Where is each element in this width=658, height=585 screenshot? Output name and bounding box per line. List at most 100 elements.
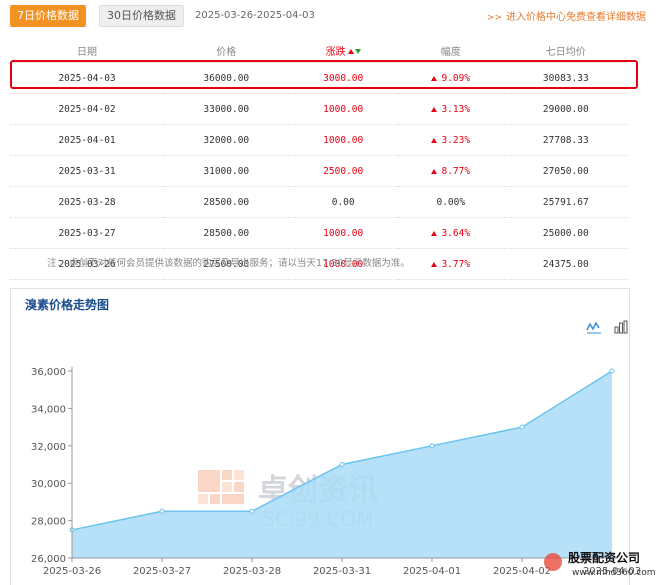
cell-change: 1000.00 [288, 217, 398, 249]
cell-avg-text: 25000.00 [542, 227, 589, 239]
cell-avg-text: 29000.00 [542, 103, 589, 115]
cell-change: 3000.00 [288, 62, 398, 94]
cell-date: 2025-04-03 [10, 62, 165, 94]
table-row: 2025-03-27 28500.00 1000.00 3.64% 25000.00 [10, 217, 628, 249]
cell-date-text: 2025-03-28 [58, 196, 116, 208]
up-arrow-icon [431, 168, 438, 174]
table-row: 2025-04-03 36000.00 3000.00 9.09% 30083.33 [10, 62, 628, 94]
header-change-label: 涨跌 [325, 46, 346, 58]
up-arrow-icon [431, 261, 438, 267]
header-avg: 七日均价 [503, 38, 628, 63]
cell-date-text: 2025-03-31 [58, 165, 116, 177]
cell-price-text: 28500.00 [203, 227, 250, 239]
chart-panel: 溴素价格走势图 [10, 288, 630, 585]
table-row: 2025-04-01 32000.00 1000.00 3.23% 27708.33 [10, 124, 628, 156]
cell-avg: 30083.33 [503, 62, 628, 94]
cell-price: 33000.00 [164, 93, 289, 125]
cell-change: 1000.00 [288, 124, 398, 156]
tab-30day[interactable]: 30日价格数据 [99, 5, 184, 27]
cell-avg-text: 24375.00 [542, 258, 589, 270]
cell-pct-text: 3.77% [441, 258, 471, 270]
cell-date: 2025-03-28 [10, 186, 165, 218]
cell-price: 36000.00 [164, 62, 289, 94]
cell-avg: 27050.00 [503, 155, 628, 187]
cell-pct: 9.09% [397, 62, 504, 94]
header-price: 价格 [164, 38, 289, 63]
sort-down-icon[interactable] [354, 49, 361, 54]
cell-price-text: 28500.00 [203, 196, 250, 208]
cell-pct: 8.77% [397, 155, 504, 187]
cell-price: 28500.00 [164, 217, 289, 249]
bar-chart-icon[interactable] [613, 319, 629, 338]
price-center-link-label: 进入价格中心免费查看详细数据 [506, 12, 646, 23]
header-change[interactable]: 涨跌 [288, 38, 398, 63]
cell-date: 2025-04-01 [10, 124, 165, 156]
chart-title: 溴素价格走势图 [25, 298, 110, 312]
cell-avg: 25000.00 [503, 217, 628, 249]
cell-pct: 3.64% [397, 217, 504, 249]
cell-avg: 24375.00 [503, 248, 628, 280]
cell-date: 2025-03-31 [10, 155, 165, 187]
cell-pct-text: 3.64% [441, 227, 471, 239]
cell-pct-text: 3.13% [441, 103, 471, 115]
cell-price-text: 31000.00 [203, 165, 250, 177]
cell-pct: 3.77% [397, 248, 504, 280]
price-center-link[interactable]: >> 进入价格中心免费查看详细数据 [487, 8, 646, 23]
cell-price-text: 32000.00 [203, 134, 250, 146]
table-row: 2025-04-02 33000.00 1000.00 3.13% 29000.00 [10, 93, 628, 125]
table-row: 2025-03-28 28500.00 0.00 0.00% 25791.67 [10, 186, 628, 218]
table-note: 注： 卓创不对任何会员提供该数据的购买及导出服务；请以当天17:30显示数据为准… [47, 258, 410, 269]
cell-price-text: 36000.00 [203, 72, 250, 84]
cell-pct-text: 3.23% [441, 134, 471, 146]
cell-date-text: 2025-04-01 [58, 134, 116, 146]
cell-pct-text: 9.09% [441, 72, 471, 84]
cell-change-text: 1000.00 [323, 103, 364, 115]
cell-avg-text: 30083.33 [542, 72, 589, 84]
cell-date: 2025-03-27 [10, 217, 165, 249]
cell-pct: 3.13% [397, 93, 504, 125]
header-date: 日期 [10, 38, 165, 63]
header-pct: 幅度 [397, 38, 504, 63]
cell-avg-text: 27050.00 [542, 165, 589, 177]
chart-type-switcher [580, 319, 629, 338]
cell-price: 28500.00 [164, 186, 289, 218]
cell-price: 32000.00 [164, 124, 289, 156]
cell-pct: 3.23% [397, 124, 504, 156]
line-chart-icon[interactable] [586, 319, 602, 338]
cell-change-text: 0.00 [331, 196, 355, 208]
table-header-row: 日期 价格 涨跌 幅度 七日均价 [10, 38, 628, 63]
cell-change: 2500.00 [288, 155, 398, 187]
toolbar: 7日价格数据 30日价格数据 2025-03-26-2025-04-03 >> 进… [0, 0, 658, 34]
cell-change-text: 1000.00 [323, 134, 364, 146]
cell-change-text: 1000.00 [323, 227, 364, 239]
tab-7day[interactable]: 7日价格数据 [10, 5, 86, 27]
sort-up-icon[interactable] [347, 49, 354, 54]
cell-change-text: 3000.00 [323, 72, 364, 84]
cell-date-text: 2025-04-02 [58, 103, 116, 115]
cell-price: 31000.00 [164, 155, 289, 187]
up-arrow-icon [431, 75, 438, 81]
price-table-wrap: 日期 价格 涨跌 幅度 七日均价 2025-04-03 36000.00 3000.… [10, 38, 628, 280]
up-arrow-icon [431, 137, 438, 143]
cell-avg-text: 25791.67 [542, 196, 589, 208]
cell-price-text: 33000.00 [203, 103, 250, 115]
cell-avg: 27708.33 [503, 124, 628, 156]
table-row: 2025-03-31 31000.00 2500.00 8.77% 27050.00 [10, 155, 628, 187]
cell-date-text: 2025-03-27 [58, 227, 116, 239]
cell-change: 1000.00 [288, 93, 398, 125]
double-chevron-icon: >> [486, 13, 502, 23]
up-arrow-icon [431, 106, 438, 112]
table-body: 2025-04-03 36000.00 3000.00 9.09% 30083.33 20… [10, 62, 628, 280]
up-arrow-icon [431, 230, 438, 236]
cell-avg-text: 27708.33 [542, 134, 589, 146]
cell-pct-text: 0.00% [436, 196, 466, 208]
cell-pct-text: 8.77% [441, 165, 471, 177]
cell-avg: 25791.67 [503, 186, 628, 218]
cell-pct: 0.00% [397, 186, 504, 218]
date-range: 2025-03-26-2025-04-03 [195, 10, 315, 21]
cell-change-text: 2500.00 [323, 165, 364, 177]
cell-change: 0.00 [288, 186, 398, 218]
cell-date-text: 2025-04-03 [58, 72, 116, 84]
cell-date: 2025-04-02 [10, 93, 165, 125]
cell-avg: 29000.00 [503, 93, 628, 125]
